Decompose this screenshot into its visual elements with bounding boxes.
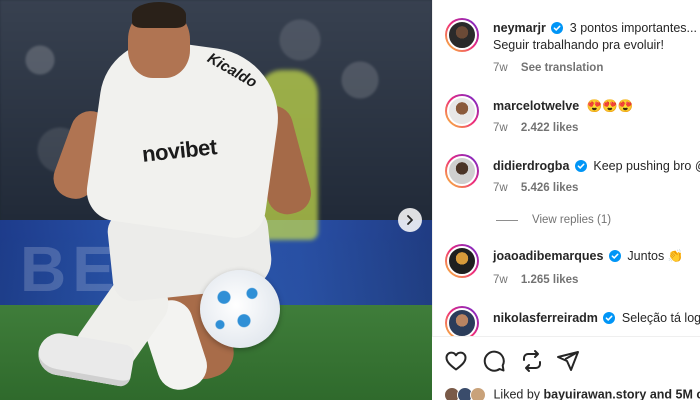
- avatar[interactable]: [445, 154, 479, 188]
- post-media[interactable]: BET novibet Kicaldo: [0, 0, 432, 400]
- comment-likes-link[interactable]: 2.422 likes: [521, 122, 579, 134]
- heart-icon[interactable]: [444, 349, 468, 373]
- replies-divider: [496, 219, 518, 221]
- comment-username[interactable]: joaoadibemarques: [493, 249, 603, 263]
- verified-badge-icon: [551, 22, 564, 34]
- comment-username[interactable]: nikolasferreiradm: [493, 311, 598, 325]
- avatar[interactable]: [445, 18, 479, 52]
- comment-icon[interactable]: [482, 349, 506, 373]
- likes-prefix: Liked by: [493, 387, 544, 400]
- comment-username[interactable]: didierdrogba: [493, 159, 569, 173]
- view-replies-label: View replies (1): [532, 214, 612, 226]
- see-translation-link[interactable]: See translation: [521, 62, 603, 74]
- comment-text-continued: Seguir trabalhando pra evoluir!: [493, 38, 664, 52]
- verified-badge-icon: [608, 250, 621, 262]
- likes-summary: Liked by bayuirawan.story and 5M o: [444, 387, 700, 400]
- avatar[interactable]: [445, 244, 479, 278]
- comment-text: 😍😍😍: [586, 99, 634, 113]
- send-icon[interactable]: [556, 349, 580, 373]
- comment-username[interactable]: marcelotwelve: [493, 99, 579, 113]
- avatar[interactable]: [445, 94, 479, 128]
- comment-time: 7w: [493, 122, 508, 134]
- football: [200, 270, 280, 348]
- verified-badge-icon: [603, 312, 616, 324]
- avatar[interactable]: [445, 306, 479, 340]
- view-replies-button[interactable]: View replies (1): [496, 214, 611, 226]
- player-hair: [132, 2, 186, 28]
- comment-time: 7w: [493, 62, 508, 74]
- comment-likes-link[interactable]: 1.265 likes: [521, 274, 579, 286]
- comment-time: 7w: [493, 274, 508, 286]
- verified-badge-icon: [574, 160, 587, 172]
- comment-time: 7w: [493, 182, 508, 194]
- comment-text: Juntos 👏: [627, 249, 684, 263]
- next-media-button[interactable]: [398, 208, 422, 232]
- liker-avatars: [444, 387, 490, 400]
- comment-username[interactable]: neymarjr: [493, 21, 546, 35]
- likes-count[interactable]: and 5M o: [646, 387, 700, 400]
- comment-likes-link[interactable]: 5.426 likes: [521, 182, 579, 194]
- liker-username[interactable]: bayuirawan.story: [544, 387, 647, 400]
- comment-text: Keep pushing bro @: [593, 159, 700, 173]
- repost-icon[interactable]: [520, 349, 544, 373]
- post-actions-bar: Liked by bayuirawan.story and 5M o: [432, 336, 700, 400]
- comment-text: Seleção tá logo: [621, 311, 700, 325]
- comment-text: 3 pontos importantes... p: [569, 21, 700, 35]
- chevron-right-icon: [407, 215, 413, 225]
